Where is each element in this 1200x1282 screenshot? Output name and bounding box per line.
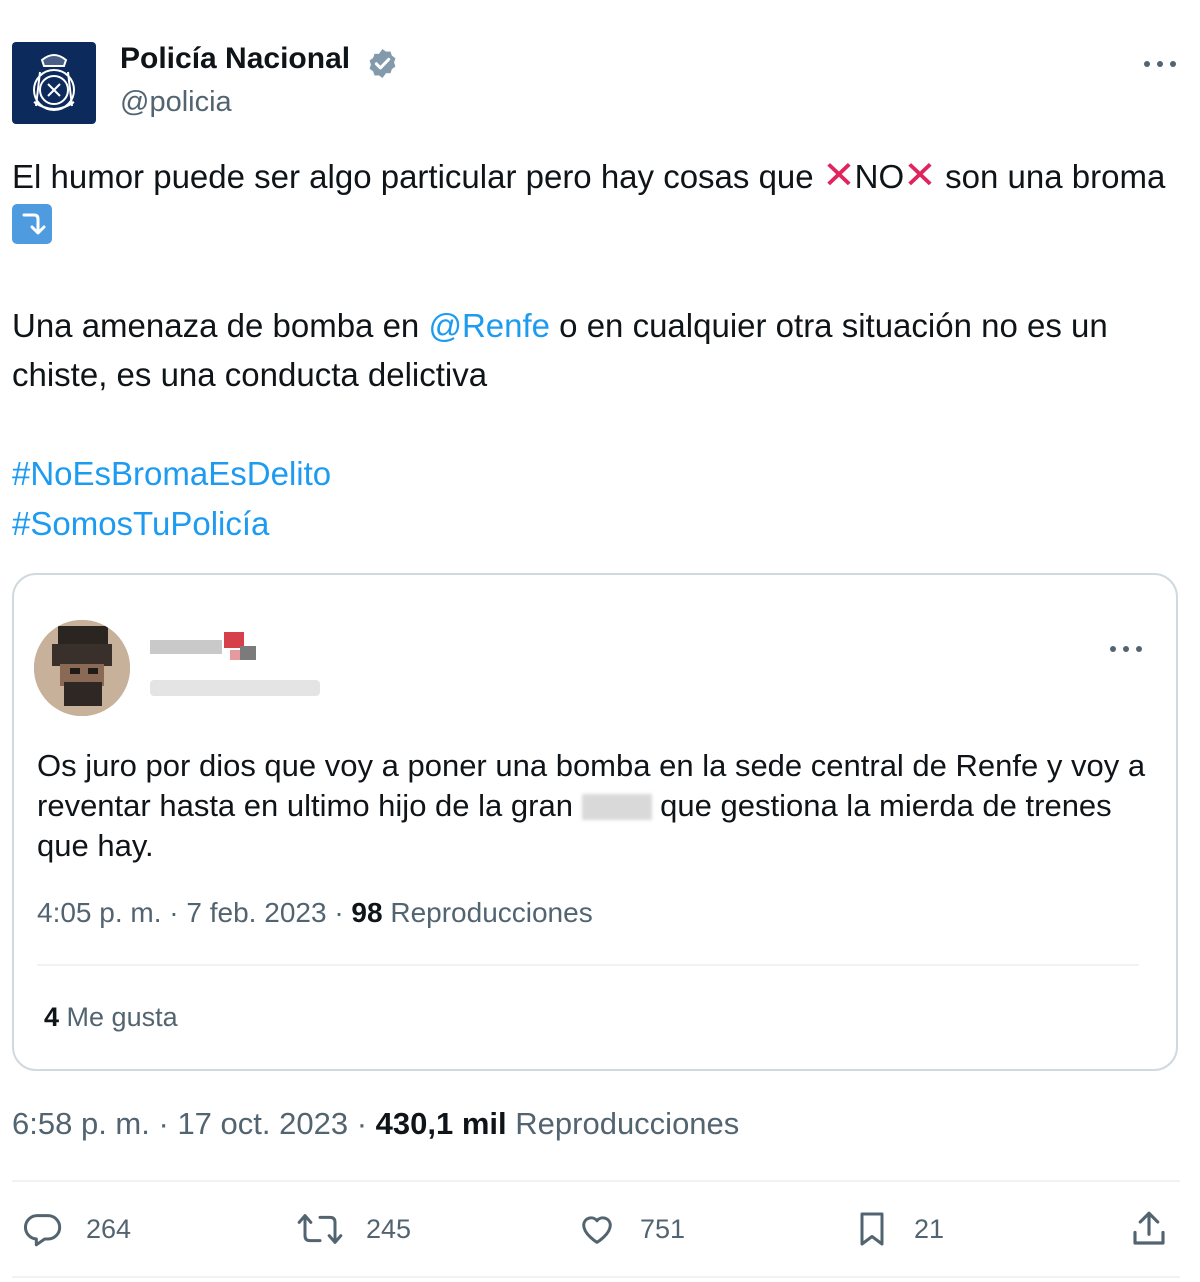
- separator: ·: [334, 897, 344, 928]
- censored-word: [581, 794, 652, 820]
- quoted-likes-count: 4: [44, 1002, 60, 1032]
- quoted-date[interactable]: 7 feb. 2023: [186, 897, 326, 928]
- author-handle[interactable]: @policia: [120, 86, 232, 119]
- quoted-likes-label: Me gusta: [66, 1002, 178, 1032]
- tweet-text-no: NO: [854, 158, 905, 195]
- share-button[interactable]: [1128, 1206, 1170, 1252]
- retweet-icon: [297, 1214, 343, 1244]
- quoted-more-options-icon[interactable]: [1106, 643, 1146, 655]
- hashtag-link[interactable]: #SomosTuPolicía: [12, 505, 269, 542]
- tweet-text-segment: El humor puede ser algo particular pero …: [12, 158, 823, 195]
- police-emblem-icon: [33, 54, 75, 111]
- tweet-time[interactable]: 6:58 p. m.: [12, 1106, 150, 1141]
- author-display-name[interactable]: Policía Nacional: [120, 42, 350, 76]
- divider: [12, 1180, 1180, 1182]
- quoted-meta: 4:05 p. m. · 7 feb. 2023 · 98 Reproducci…: [37, 897, 593, 929]
- verified-badge-icon[interactable]: [366, 47, 399, 80]
- retweet-count: 245: [366, 1213, 412, 1244]
- tweet-meta: 6:58 p. m. · 17 oct. 2023 · 430,1 mil Re…: [12, 1106, 739, 1142]
- tweet-text-segment: Una amenaza de bomba en: [12, 306, 429, 344]
- share-icon: [1133, 1211, 1165, 1245]
- mention-link[interactable]: @Renfe: [428, 307, 550, 344]
- views-count: 430,1 mil: [375, 1106, 507, 1141]
- cross-mark-icon: ✕: [822, 155, 856, 197]
- quoted-tweet-text: Os juro por dios que voy a poner una bom…: [37, 746, 1147, 866]
- quoted-divider: [37, 964, 1139, 966]
- tweet-paragraph-2: Una amenaza de bomba en @Renfe o en cual…: [12, 301, 1182, 400]
- quoted-time[interactable]: 4:05 p. m.: [37, 897, 162, 928]
- divider: [12, 1276, 1180, 1278]
- bookmark-icon: [860, 1212, 884, 1246]
- quoted-likes[interactable]: 4 Me gusta: [44, 1002, 178, 1033]
- separator: ·: [169, 897, 179, 928]
- tweet-paragraph-1: El humor puede ser algo particular pero …: [12, 152, 1182, 251]
- reply-count: 264: [86, 1213, 132, 1244]
- like-button[interactable]: 751: [576, 1206, 685, 1252]
- tweet-text: El humor puede ser algo particular pero …: [12, 152, 1182, 548]
- quoted-views-count: 98: [351, 897, 383, 928]
- bookmark-button[interactable]: 21: [852, 1206, 944, 1252]
- views-label: Reproducciones: [515, 1106, 740, 1141]
- separator: ·: [158, 1106, 169, 1141]
- hashtag-link[interactable]: #NoEsBromaEsDelito: [12, 455, 331, 492]
- separator: ·: [356, 1106, 368, 1141]
- like-count: 751: [640, 1213, 686, 1244]
- quoted-author-avatar[interactable]: [34, 620, 130, 716]
- blurred-display-name: [150, 632, 256, 660]
- quoted-views-label: Reproducciones: [390, 897, 593, 928]
- cross-mark-icon: ✕: [903, 155, 937, 197]
- tweet-text-segment: son una broma: [936, 158, 1166, 195]
- more-options-icon[interactable]: [1140, 58, 1180, 70]
- heart-icon: [582, 1216, 612, 1244]
- pixelated-avatar-image: [34, 620, 130, 716]
- arrow-down-emoji-icon: [12, 203, 52, 244]
- tweet-date[interactable]: 17 oct. 2023: [177, 1106, 348, 1141]
- retweet-button[interactable]: 245: [296, 1206, 411, 1252]
- reply-button[interactable]: 264: [22, 1206, 131, 1252]
- blurred-handle: [150, 680, 320, 696]
- reply-icon: [23, 1214, 62, 1247]
- author-avatar[interactable]: [12, 42, 96, 124]
- bookmark-count: 21: [914, 1213, 945, 1244]
